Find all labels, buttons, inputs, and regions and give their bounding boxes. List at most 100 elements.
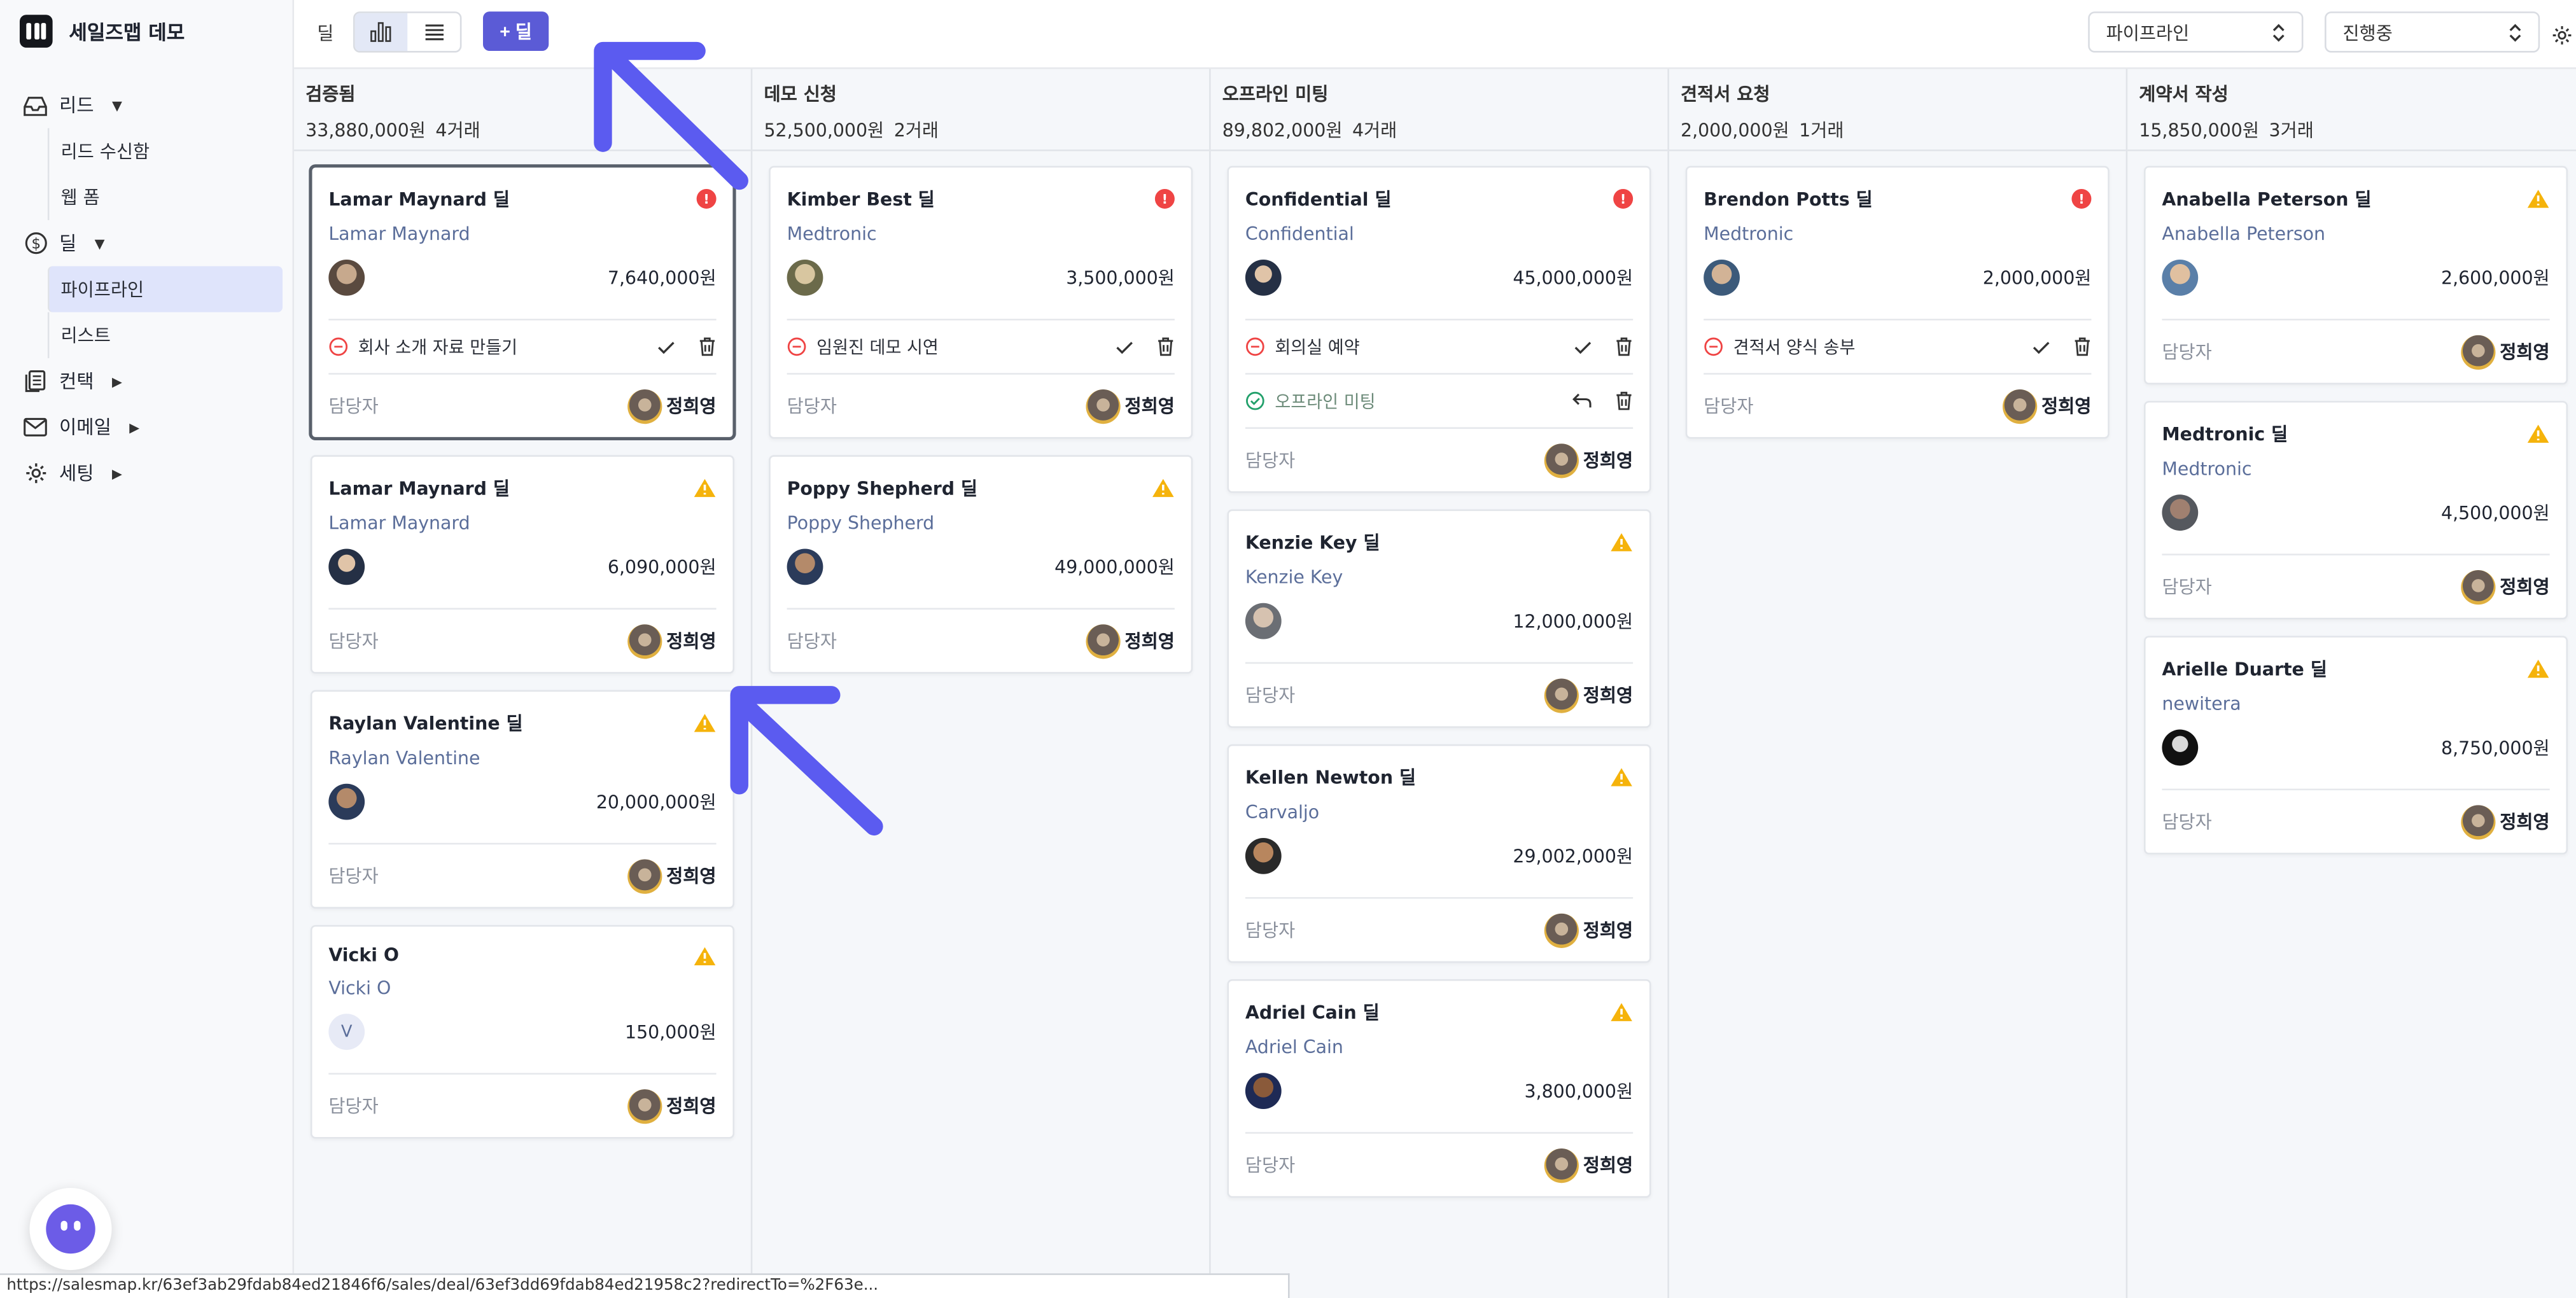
owner-label: 담당자: [2162, 811, 2212, 834]
sidebar-item-lead-inbox[interactable]: 리드 수신함: [47, 128, 283, 174]
deal-amount: 49,000,000원: [1054, 557, 1175, 578]
deal-organization[interactable]: Poppy Shepherd: [787, 513, 1175, 534]
sidebar-item-lead[interactable]: 리드 ▼: [0, 82, 294, 128]
card-list: Brendon Potts 딜! Medtronic 2,000,000원 견적…: [1669, 151, 2126, 470]
pipeline-select-value: 파이프라인: [2106, 22, 2190, 44]
trash-icon[interactable]: [1615, 337, 1633, 356]
avatar: [328, 783, 365, 820]
deal-card[interactable]: Lamar Maynard 딜 Lamar Maynard 6,090,000원…: [310, 455, 734, 674]
brand[interactable]: 세일즈맵 데모: [19, 15, 185, 48]
deal-card[interactable]: Kimber Best 딜! Medtronic 3,500,000원 임원진 …: [769, 165, 1193, 439]
deal-amount: 7,640,000원: [607, 267, 717, 290]
sidebar-item-settings[interactable]: 세팅 ▶: [0, 450, 294, 496]
deal-organization[interactable]: Vicki O: [328, 977, 716, 999]
deal-organization[interactable]: Medtronic: [787, 223, 1175, 245]
list-view-button[interactable]: [407, 13, 460, 51]
brand-logo-icon: [19, 15, 53, 48]
check-icon[interactable]: [1574, 339, 1592, 354]
deal-organization[interactable]: Lamar Maynard: [328, 223, 716, 245]
deal-amount: 3,800,000원: [1524, 1081, 1634, 1103]
deal-amount: 6,090,000원: [607, 557, 717, 578]
contacts-icon: [23, 369, 48, 394]
avatar: [328, 548, 365, 585]
owner-label: 담당자: [1245, 685, 1296, 707]
deal-organization[interactable]: Raylan Valentine: [328, 748, 716, 769]
add-deal-button[interactable]: + 딜: [482, 11, 549, 52]
sidebar-item-deal[interactable]: $ 딜 ▼: [0, 220, 294, 266]
column-count: 2거래: [893, 120, 939, 142]
deal-amount: 4,500,000원: [2441, 503, 2550, 524]
avatar: [1245, 1073, 1282, 1110]
column-header: 검증됨 33,880,000원 4거래: [294, 69, 751, 151]
toolbar: 딜 + 딜 파이프라인 진행중: [294, 0, 2576, 69]
deal-title: Medtronic 딜: [2162, 424, 2288, 445]
sidebar-item-list[interactable]: 리스트: [47, 312, 283, 358]
warning-icon: [694, 946, 716, 965]
sidebar-item-web-form[interactable]: 웹 폼: [47, 174, 283, 221]
task-item: 회의실 예약: [1245, 321, 1634, 375]
deal-card[interactable]: Kenzie Key 딜 Kenzie Key 12,000,000원 담당자 정…: [1227, 509, 1651, 728]
sidebar-item-pipeline[interactable]: 파이프라인: [47, 266, 283, 312]
avatar: [787, 260, 823, 296]
check-icon[interactable]: [1116, 339, 1133, 354]
trash-icon[interactable]: [1615, 391, 1633, 411]
deal-organization[interactable]: Anabella Peterson: [2162, 223, 2549, 245]
warning-icon: [2527, 424, 2549, 443]
status-select[interactable]: 진행중: [2325, 11, 2540, 53]
trash-icon[interactable]: [1156, 337, 1174, 356]
owner-name: 정희영: [666, 865, 717, 888]
column-count: 4거래: [1352, 120, 1397, 142]
deal-organization[interactable]: Medtronic: [2162, 458, 2549, 480]
deal-card[interactable]: Medtronic 딜 Medtronic 4,500,000원 담당자 정희영: [2144, 401, 2568, 620]
deal-organization[interactable]: Lamar Maynard: [328, 513, 716, 534]
board-view-button[interactable]: [354, 13, 408, 52]
task-item: 견적서 양식 송부: [1704, 321, 2092, 375]
chat-widget-button[interactable]: [29, 1187, 112, 1271]
owner-label: 담당자: [328, 631, 379, 653]
caret-right-icon: ▶: [129, 419, 140, 435]
deal-card[interactable]: Confidential 딜! Confidential 45,000,000원…: [1227, 165, 1651, 493]
deal-card[interactable]: Vicki O Vicki O V 150,000원 담당자 정희영: [310, 925, 734, 1139]
deal-card[interactable]: Raylan Valentine 딜 Raylan Valentine 20,0…: [310, 690, 734, 909]
column-header: 오프라인 미팅 89,802,000원 4거래: [1210, 69, 1668, 151]
owner-label: 담당자: [1245, 1155, 1296, 1176]
deal-amount: 8,750,000원: [2441, 737, 2550, 760]
pipeline-column: 계약서 작성 15,850,000원 3거래 Anabella Peterson …: [2127, 69, 2576, 1298]
deal-organization[interactable]: Carvaljo: [1245, 802, 1633, 823]
deal-card[interactable]: Lamar Maynard 딜! Lamar Maynard 7,640,000…: [310, 165, 734, 439]
deal-card[interactable]: Anabella Peterson 딜 Anabella Peterson 2,…: [2144, 165, 2568, 385]
trash-icon[interactable]: [2073, 337, 2091, 356]
deal-card[interactable]: Adriel Cain 딜 Adriel Cain 3,800,000원 담당자…: [1227, 979, 1651, 1198]
bar-chart-icon: [370, 22, 391, 42]
trash-icon[interactable]: [698, 337, 716, 356]
column-summary: 2,000,000원 1거래: [1681, 116, 2115, 143]
deal-card[interactable]: Kellen Newton 딜 Carvaljo 29,002,000원 담당자…: [1227, 744, 1651, 963]
deal-card[interactable]: Arielle Duarte 딜 newitera 8,750,000원 담당자…: [2144, 636, 2568, 855]
deal-card[interactable]: Poppy Shepherd 딜 Poppy Shepherd 49,000,0…: [769, 455, 1193, 674]
task-item: 회사 소개 자료 만들기: [328, 321, 717, 375]
card-list: Kimber Best 딜! Medtronic 3,500,000원 임원진 …: [752, 151, 1209, 705]
pipeline-select[interactable]: 파이프라인: [2088, 11, 2304, 53]
deal-organization[interactable]: Confidential: [1245, 223, 1633, 245]
owner-name: 정희영: [666, 631, 717, 653]
sidebar-item-contact[interactable]: 컨택 ▶: [0, 358, 294, 404]
sidebar-item-email[interactable]: 이메일 ▶: [0, 404, 294, 450]
check-icon[interactable]: [657, 339, 675, 354]
deal-organization[interactable]: Kenzie Key: [1245, 567, 1633, 589]
board-settings-icon[interactable]: [2551, 22, 2573, 53]
undo-icon[interactable]: [1572, 393, 1592, 409]
owner-avatar: [2460, 334, 2495, 369]
column-header: 데모 신청 52,500,000원 2거래: [752, 69, 1210, 151]
deal-organization[interactable]: Medtronic: [1704, 223, 2091, 245]
sidebar-item-label: 세팅: [59, 461, 94, 485]
column-summary: 52,500,000원 2거래: [764, 116, 1198, 143]
deal-card[interactable]: Brendon Potts 딜! Medtronic 2,000,000원 견적…: [1685, 165, 2110, 439]
column-header: 계약서 작성 15,850,000원 3거래: [2127, 69, 2576, 151]
column-summary: 33,880,000원 4거래: [305, 116, 739, 143]
check-icon[interactable]: [2032, 339, 2050, 354]
deal-organization[interactable]: newitera: [2162, 694, 2549, 715]
column-title: 검증됨: [305, 83, 356, 106]
deal-title: Kimber Best 딜: [787, 188, 935, 211]
deal-organization[interactable]: Adriel Cain: [1245, 1036, 1633, 1058]
caret-right-icon: ▶: [111, 466, 122, 481]
